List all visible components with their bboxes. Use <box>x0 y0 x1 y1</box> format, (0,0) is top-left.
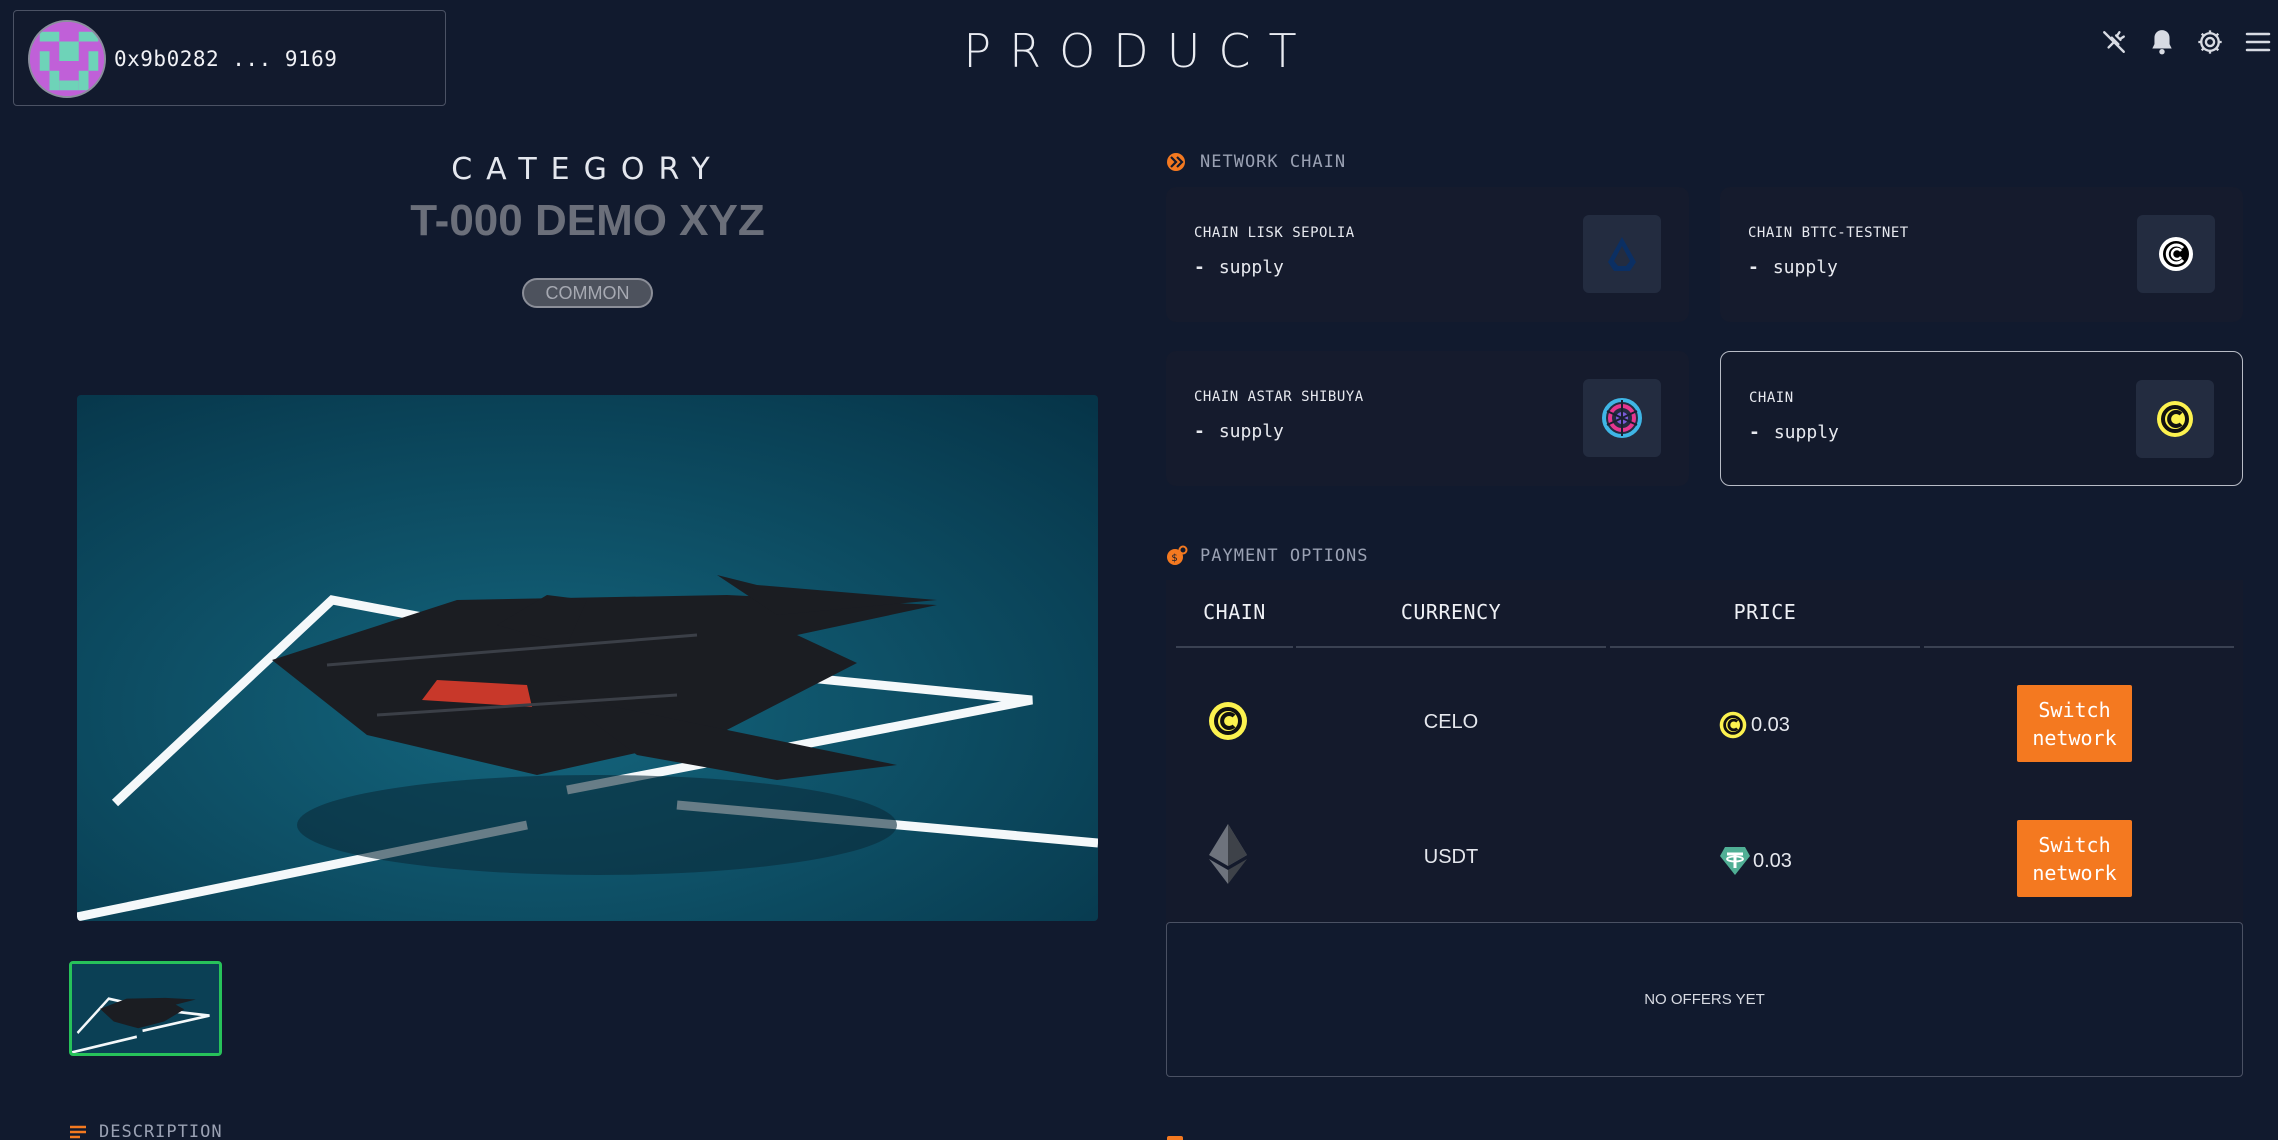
chain-card-astar[interactable]: CHAIN ASTAR SHIBUYA - supply <box>1166 351 1689 486</box>
chain-card-bttc[interactable]: CHAIN BTTC-TESTNET - supply <box>1720 187 2243 322</box>
partial-section-header <box>1166 1132 1186 1140</box>
column-header-chain: CHAIN <box>1203 600 1266 624</box>
price-usdt: 0.03 <box>1719 846 1792 876</box>
description-label: DESCRIPTION <box>99 1122 223 1140</box>
thumbnail-1[interactable] <box>69 961 222 1056</box>
chain-card-celo[interactable]: CHAIN - supply <box>1720 351 2243 486</box>
category-label: CATEGORY <box>451 152 724 187</box>
currency-celo: CELO <box>1423 711 1479 733</box>
payment-options-label: PAYMENT OPTIONS <box>1200 546 1369 566</box>
description-header: DESCRIPTION <box>69 1122 223 1140</box>
astar-icon <box>1583 379 1661 457</box>
price-value: 0.03 <box>1751 713 1790 736</box>
network-chain-header: NETWORK CHAIN <box>1166 152 1346 172</box>
product-image <box>77 395 1098 921</box>
currency-usdt: USDT <box>1423 846 1479 868</box>
coin-gear-icon: $ <box>1167 545 1188 565</box>
chain-name: CHAIN <box>1749 390 1794 406</box>
chain-name: CHAIN LISK SEPOLIA <box>1194 225 1355 241</box>
menu-icon[interactable] <box>2240 24 2276 60</box>
network-chain-label: NETWORK CHAIN <box>1200 152 1347 172</box>
lisk-icon <box>1583 215 1661 293</box>
bell-icon[interactable] <box>2144 24 2180 60</box>
price-celo: 0.03 <box>1719 711 1790 739</box>
column-header-currency: CURRENCY <box>1400 600 1502 624</box>
chain-supply: - supply <box>1748 257 1838 278</box>
celo-icon <box>1719 711 1747 739</box>
price-value: 0.03 <box>1753 849 1792 872</box>
tether-icon <box>1720 847 1750 875</box>
switch-network-button[interactable]: Switch network <box>2017 685 2132 762</box>
chain-supply: - supply <box>1194 257 1284 278</box>
chain-supply: - supply <box>1749 422 1839 443</box>
product-name: T-000 DEMO XYZ <box>410 196 765 245</box>
chain-name: CHAIN BTTC-TESTNET <box>1748 225 1909 241</box>
ethereum-icon <box>1209 824 1247 884</box>
text-lines-icon <box>70 1125 86 1139</box>
section-icon <box>1167 1136 1183 1140</box>
svg-text:$: $ <box>1171 553 1178 564</box>
gear-icon[interactable] <box>2192 24 2228 60</box>
celo-icon <box>1208 701 1248 741</box>
chevrons-icon <box>1167 153 1185 171</box>
offers-panel: NO OFFERS YET <box>1166 922 2243 1077</box>
page-title: PRODUCT <box>963 24 1315 78</box>
chain-name: CHAIN ASTAR SHIBUYA <box>1194 389 1364 405</box>
no-offers-text: NO OFFERS YET <box>1644 991 1765 1008</box>
celo-icon <box>2136 380 2214 458</box>
disconnect-icon[interactable] <box>2096 24 2132 60</box>
payment-options-header: $ PAYMENT OPTIONS <box>1166 545 1369 567</box>
column-header-price: PRICE <box>1733 600 1797 624</box>
chain-card-lisk[interactable]: CHAIN LISK SEPOLIA - supply <box>1166 187 1689 322</box>
switch-network-button[interactable]: Switch network <box>2017 820 2132 897</box>
chain-supply: - supply <box>1194 421 1284 442</box>
payment-table: CHAIN CURRENCY PRICE CELO 0.03 Switch ne… <box>1166 580 2243 925</box>
rarity-badge: COMMON <box>522 278 653 308</box>
bttc-icon <box>2137 215 2215 293</box>
